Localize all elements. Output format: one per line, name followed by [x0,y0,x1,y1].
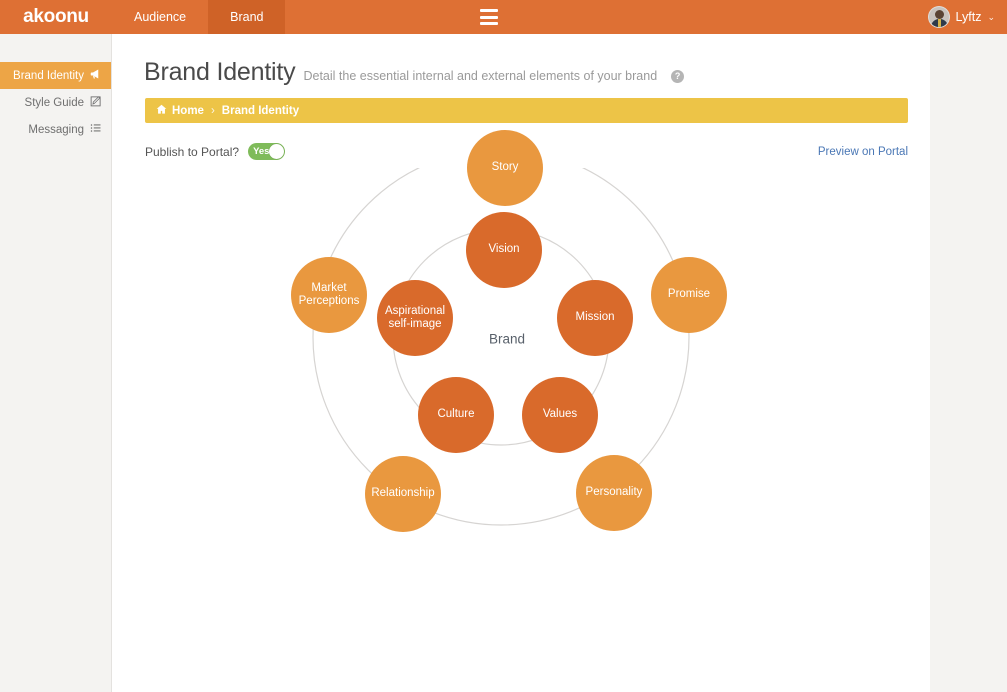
list-icon [90,122,102,137]
home-icon [156,104,167,118]
diagram-node-label: Vision [488,243,520,256]
page-title: Brand Identity [144,58,296,86]
diagram-node-label: Values [542,408,578,421]
hamburger-menu-icon[interactable] [480,9,498,25]
publish-to-portal-toggle[interactable]: Yes [248,143,286,160]
sidebar-item-messaging[interactable]: Messaging [0,116,111,143]
diagram-node-label: Personality [585,486,643,499]
diagram-node-culture[interactable]: Culture [418,377,494,453]
main-nav-tabs: Audience Brand [112,0,286,34]
diagram-node-relationship[interactable]: Relationship [365,456,441,532]
diagram-node-personality[interactable]: Personality [576,455,652,531]
diagram-node-promise[interactable]: Promise [651,257,727,333]
nav-tab-brand[interactable]: Brand [208,0,286,34]
hamburger-bar [480,15,498,19]
sidebar-item-label: Style Guide [24,96,84,109]
page-subtitle: Detail the essential internal and extern… [303,69,658,83]
top-navigation-bar: akoonu Audience Brand Lyftz ⌄ [0,0,1007,34]
diagram-node-label: Mission [575,311,615,324]
akoonu-logo[interactable]: akoonu [0,0,112,34]
diagram-center-label: Brand [488,331,526,347]
publish-to-portal-group: Publish to Portal? Yes [145,143,286,160]
pencil-square-icon [90,95,102,110]
diagram-node-story[interactable]: Story [467,130,543,206]
preview-on-portal-link[interactable]: Preview on Portal [818,146,908,158]
avatar [927,6,950,28]
sidebar-item-style-guide[interactable]: Style Guide [0,89,111,116]
diagram-node-label: Aspirational self-image [384,304,446,330]
diagram-node-label: Promise [667,288,711,301]
breadcrumb-current: Brand Identity [221,104,300,117]
nav-tab-audience[interactable]: Audience [112,0,208,34]
sidebar: Brand Identity Style Guide Messaging [0,34,112,692]
help-icon[interactable]: ? [671,69,685,83]
diagram-node-label: Culture [437,408,475,421]
user-menu[interactable]: Lyftz ⌄ [927,0,995,34]
breadcrumb-separator: › [210,104,215,117]
diagram-node-label: Relationship [371,487,435,500]
breadcrumb-home-link[interactable]: Home [156,104,204,118]
user-name: Lyftz [955,10,982,24]
toggle-knob [269,144,285,159]
brand-identity-diagram: Story Promise Personality Relationship Marke… [112,130,930,638]
diagram-node-mission[interactable]: Mission [557,280,633,356]
diagram-node-aspirational-self-image[interactable]: Aspirational self-image [377,280,453,356]
sidebar-item-label: Messaging [28,123,84,136]
publish-to-portal-label: Publish to Portal? [145,144,240,159]
chevron-down-icon: ⌄ [987,11,995,22]
hamburger-bar [480,9,498,12]
diagram-node-label: Market Perceptions [298,281,360,307]
breadcrumb: Home › Brand Identity [145,98,908,123]
diagram-node-label: Story [491,161,519,174]
toggle-value-label: Yes [253,146,270,157]
main-content-card: Brand Identity Detail the essential inte… [112,34,930,692]
megaphone-icon [90,68,102,83]
diagram-node-values[interactable]: Values [522,377,598,453]
sidebar-item-label: Brand Identity [13,69,84,82]
page-header: Brand Identity Detail the essential inte… [112,34,930,87]
breadcrumb-home-label: Home [172,104,204,117]
diagram-node-market-perceptions[interactable]: Market Perceptions [291,257,367,333]
hamburger-bar [480,22,498,25]
diagram-node-vision[interactable]: Vision [466,212,542,288]
sidebar-item-brand-identity[interactable]: Brand Identity [0,62,111,89]
